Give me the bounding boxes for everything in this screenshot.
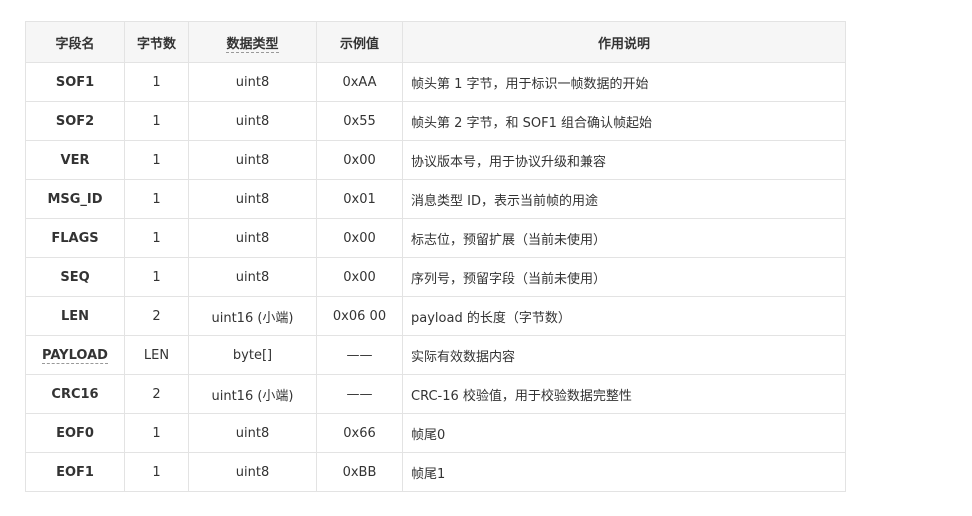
cell-field-name: VER <box>25 140 125 180</box>
cell-field-name: EOF1 <box>25 452 125 492</box>
cell-data-type: uint16 (小端) <box>188 296 317 336</box>
header-description: 作用说明 <box>402 21 846 63</box>
cell-description: 标志位，预留扩展（当前未使用） <box>402 218 846 258</box>
cell-field-name: CRC16 <box>25 374 125 414</box>
cell-example-value: 0x01 <box>316 179 403 219</box>
header-byte-count: 字节数 <box>124 21 189 63</box>
table-row: SEQ 1 uint8 0x00 序列号，预留字段（当前未使用） <box>25 257 846 297</box>
cell-data-type: uint8 <box>188 218 317 258</box>
cell-example-value: 0x00 <box>316 140 403 180</box>
table-row: EOF1 1 uint8 0xBB 帧尾1 <box>25 452 846 492</box>
header-example-value: 示例值 <box>316 21 403 63</box>
cell-byte-count: 1 <box>124 179 189 219</box>
cell-data-type: uint16 (小端) <box>188 374 317 414</box>
cell-byte-count: LEN <box>124 335 189 375</box>
table-row: EOF0 1 uint8 0x66 帧尾0 <box>25 413 846 453</box>
cell-data-type: uint8 <box>188 179 317 219</box>
cell-description: 消息类型 ID，表示当前帧的用途 <box>402 179 846 219</box>
protocol-field-table: 字段名 字节数 数据类型 示例值 作用说明 SOF1 1 uint8 0xAA 帧头第 … <box>25 21 846 492</box>
cell-example-value: 0x00 <box>316 218 403 258</box>
table-row: FLAGS 1 uint8 0x00 标志位，预留扩展（当前未使用） <box>25 218 846 258</box>
cell-data-type: uint8 <box>188 452 317 492</box>
cell-description: 帧头第 2 字节，和 SOF1 组合确认帧起始 <box>402 101 846 141</box>
cell-example-value: 0x66 <box>316 413 403 453</box>
cell-byte-count: 1 <box>124 140 189 180</box>
cell-byte-count: 1 <box>124 62 189 102</box>
cell-byte-count: 1 <box>124 257 189 297</box>
cell-data-type: byte[] <box>188 335 317 375</box>
cell-data-type: uint8 <box>188 257 317 297</box>
cell-description: 实际有效数据内容 <box>402 335 846 375</box>
cell-data-type: uint8 <box>188 62 317 102</box>
header-data-type: 数据类型 <box>188 21 317 63</box>
cell-description: 序列号，预留字段（当前未使用） <box>402 257 846 297</box>
cell-field-name: SOF2 <box>25 101 125 141</box>
cell-data-type: uint8 <box>188 101 317 141</box>
table-row: CRC16 2 uint16 (小端) —— CRC-16 校验值，用于校验数据完整性 <box>25 374 846 414</box>
protocol-table-container: 字段名 字节数 数据类型 示例值 作用说明 SOF1 1 uint8 0xAA 帧头第 … <box>25 21 846 492</box>
cell-description: 帧尾0 <box>402 413 846 453</box>
cell-field-name: PAYLOAD <box>25 335 125 375</box>
cell-description: CRC-16 校验值，用于校验数据完整性 <box>402 374 846 414</box>
cell-description: 协议版本号，用于协议升级和兼容 <box>402 140 846 180</box>
header-data-type-label: 数据类型 <box>226 36 279 53</box>
cell-description: 帧头第 1 字节，用于标识一帧数据的开始 <box>402 62 846 102</box>
cell-byte-count: 2 <box>124 296 189 336</box>
cell-data-type: uint8 <box>188 140 317 180</box>
table-row: SOF2 1 uint8 0x55 帧头第 2 字节，和 SOF1 组合确认帧起始 <box>25 101 846 141</box>
table-row: VER 1 uint8 0x00 协议版本号，用于协议升级和兼容 <box>25 140 846 180</box>
table-header-row: 字段名 字节数 数据类型 示例值 作用说明 <box>25 21 846 63</box>
cell-field-name: LEN <box>25 296 125 336</box>
table-row: SOF1 1 uint8 0xAA 帧头第 1 字节，用于标识一帧数据的开始 <box>25 62 846 102</box>
cell-byte-count: 1 <box>124 452 189 492</box>
cell-byte-count: 2 <box>124 374 189 414</box>
cell-example-value: 0xAA <box>316 62 403 102</box>
cell-description: payload 的长度（字节数） <box>402 296 846 336</box>
cell-field-name: EOF0 <box>25 413 125 453</box>
cell-field-name: MSG_ID <box>25 179 125 219</box>
header-field-name: 字段名 <box>25 21 125 63</box>
table-row: PAYLOAD LEN byte[] —— 实际有效数据内容 <box>25 335 846 375</box>
table-row: MSG_ID 1 uint8 0x01 消息类型 ID，表示当前帧的用途 <box>25 179 846 219</box>
cell-example-value: 0xBB <box>316 452 403 492</box>
cell-field-name: SOF1 <box>25 62 125 102</box>
table-row: LEN 2 uint16 (小端) 0x06 00 payload 的长度（字节数） <box>25 296 846 336</box>
cell-field-name-text: PAYLOAD <box>42 347 108 364</box>
cell-byte-count: 1 <box>124 218 189 258</box>
cell-field-name: SEQ <box>25 257 125 297</box>
cell-example-value: 0x06 00 <box>316 296 403 336</box>
cell-description: 帧尾1 <box>402 452 846 492</box>
cell-byte-count: 1 <box>124 413 189 453</box>
table-body: SOF1 1 uint8 0xAA 帧头第 1 字节，用于标识一帧数据的开始 SOF2 1 u… <box>25 62 846 492</box>
cell-example-value: —— <box>316 335 403 375</box>
cell-example-value: —— <box>316 374 403 414</box>
cell-field-name: FLAGS <box>25 218 125 258</box>
cell-data-type: uint8 <box>188 413 317 453</box>
cell-byte-count: 1 <box>124 101 189 141</box>
cell-example-value: 0x00 <box>316 257 403 297</box>
cell-example-value: 0x55 <box>316 101 403 141</box>
